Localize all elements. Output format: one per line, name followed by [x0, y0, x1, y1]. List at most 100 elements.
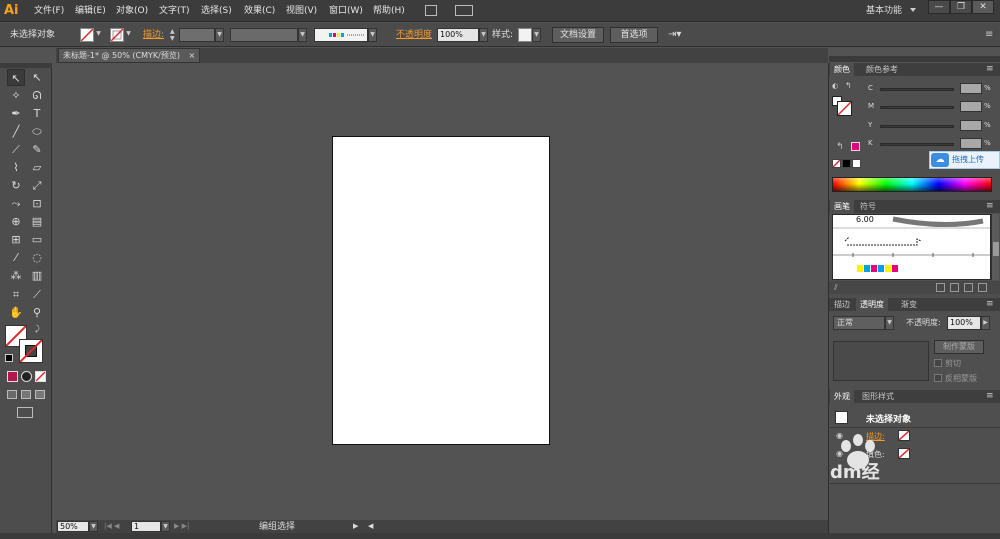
chevron-right-icon[interactable]: ▶ [981, 316, 990, 330]
document-setup-button[interactable]: 文档设置 [552, 27, 604, 43]
slice-tool-icon[interactable]: ⟋ [28, 286, 46, 303]
yellow-slider[interactable]: Y % [868, 120, 991, 132]
stroke-label-link[interactable]: 描边: [143, 23, 164, 47]
direct-selection-tool-icon[interactable]: ↖ [28, 69, 46, 86]
none-color-swatch[interactable] [832, 159, 841, 168]
chevron-down-icon[interactable]: ▼ [94, 28, 103, 42]
mesh-tool-icon[interactable]: ⊞ [7, 231, 25, 248]
fill-swatch[interactable] [80, 28, 94, 42]
blend-mode-select[interactable]: 正常 [833, 316, 885, 330]
brush-list-scrollbar[interactable] [991, 214, 999, 280]
panel-menu-icon[interactable]: ≡ [985, 29, 995, 41]
screen-mode-icon[interactable] [17, 407, 33, 418]
brush-library-icon[interactable]: ⫽ [834, 283, 846, 292]
chevron-down-icon[interactable]: ▼ [885, 316, 894, 330]
hand-tool-icon[interactable]: ✋ [7, 304, 25, 321]
arrange-documents-icon[interactable] [455, 5, 473, 16]
lasso-tool-icon[interactable]: ᘏ [28, 87, 46, 104]
duplicate-brush-icon[interactable] [964, 283, 973, 292]
document-tab[interactable]: 未标题-1* @ 50% (CMYK/预览) × [58, 48, 201, 63]
type-tool-icon[interactable]: T [28, 105, 46, 122]
chevron-down-icon[interactable]: ▼ [368, 28, 377, 42]
variable-width-profile[interactable] [230, 28, 298, 42]
restore-button[interactable]: ❐ [950, 0, 972, 14]
black-slider[interactable]: K % [868, 138, 991, 150]
menu-object[interactable]: 对象(O) [116, 0, 148, 22]
column-graph-tool-icon[interactable]: ▥ [28, 267, 46, 284]
artboard-tool-icon[interactable]: ⌗ [7, 286, 25, 303]
zoom-tool-icon[interactable]: ⚲ [28, 304, 46, 321]
stroke-weight-stepper[interactable]: ▲ ▼ [170, 28, 178, 42]
menu-file[interactable]: 文件(F) [34, 0, 64, 22]
out-of-gamut-icon[interactable]: ↰ [836, 142, 846, 152]
gradient-mode-icon[interactable] [21, 371, 32, 382]
tab-stroke[interactable]: 描边 [830, 298, 854, 311]
new-brush-icon[interactable] [936, 283, 945, 292]
chevron-down-icon[interactable]: ▼ [479, 28, 488, 42]
pen-tool-icon[interactable]: ✒ [7, 105, 25, 122]
tab-gradient[interactable]: 渐变 [897, 298, 921, 311]
bridge-icon[interactable] [425, 5, 437, 16]
chevron-down-icon[interactable]: ▼ [89, 521, 98, 532]
make-mask-button[interactable]: 制作蒙版 [934, 340, 984, 354]
swap-icon[interactable]: ⤸ [35, 325, 43, 333]
brush-definition[interactable] [314, 28, 368, 42]
tools-panel-grip[interactable] [0, 63, 52, 68]
color-spectrum[interactable] [832, 177, 992, 192]
line-tool-icon[interactable]: ╱ [7, 123, 25, 140]
cyan-slider[interactable]: C % [868, 83, 991, 95]
dock-grip[interactable] [829, 56, 1000, 62]
chevron-down-icon[interactable]: ▼ [532, 28, 541, 42]
tab-graphic-styles[interactable]: 图形样式 [858, 390, 898, 403]
brush-options-icon[interactable] [950, 283, 959, 292]
opacity-mask-thumbnail[interactable] [833, 341, 929, 381]
pencil-tool-icon[interactable]: ✎ [28, 141, 46, 158]
eraser-tool-icon[interactable]: ▱ [28, 159, 46, 176]
warp-tool-icon[interactable]: ⤳ [7, 195, 25, 212]
swap-icon[interactable]: ◐ [832, 82, 840, 90]
opacity-label-link[interactable]: 不透明度 [396, 23, 432, 47]
none-mode-icon[interactable] [35, 371, 46, 382]
artboard-nav-next-last[interactable]: ▶ ▶| [174, 521, 198, 532]
gradient-tool-icon[interactable]: ▭ [28, 231, 46, 248]
artboard-field[interactable]: 1 [131, 521, 161, 532]
menu-edit[interactable]: 编辑(E) [75, 0, 106, 22]
invert-mask-checkbox[interactable] [934, 374, 942, 382]
panel-menu-icon[interactable]: ≡ [986, 390, 996, 403]
menu-select[interactable]: 选择(S) [201, 0, 232, 22]
chevron-down-icon[interactable]: ▼ [161, 521, 170, 532]
menu-window[interactable]: 窗口(W) [329, 0, 363, 22]
graphic-style-swatch[interactable] [518, 28, 532, 42]
panel-menu-icon[interactable]: ≡ [986, 63, 996, 76]
stroke-swatch[interactable] [110, 28, 124, 42]
opacity-field[interactable]: 100% [437, 28, 479, 42]
eyedropper-tool-icon[interactable]: ⁄ [7, 249, 25, 266]
draw-inside-icon[interactable] [35, 390, 45, 399]
tab-brushes[interactable]: 画笔 [830, 200, 854, 213]
tab-transparency[interactable]: 透明度 [856, 298, 888, 311]
black-swatch[interactable] [842, 159, 851, 168]
chevron-right-icon[interactable]: ▶ [353, 521, 361, 532]
color-mode-icon[interactable] [7, 371, 18, 382]
free-transform-tool-icon[interactable]: ⊡ [28, 195, 46, 212]
zoom-field[interactable]: 50% [57, 521, 89, 532]
chevron-down-icon[interactable] [910, 8, 916, 12]
white-swatch[interactable] [852, 159, 861, 168]
workspace-switcher[interactable]: 基本功能 [866, 0, 902, 22]
artboard-nav-first-prev[interactable]: |◀ ◀ [104, 521, 128, 532]
menu-effect[interactable]: 效果(C) [244, 0, 275, 22]
close-icon[interactable]: × [189, 51, 196, 60]
tab-appearance[interactable]: 外观 [830, 390, 854, 403]
tab-symbols[interactable]: 符号 [856, 200, 880, 213]
stroke-proxy[interactable] [19, 339, 43, 363]
close-window-button[interactable]: ✕ [972, 0, 994, 14]
arrange-icon[interactable]: ⇥▾ [668, 28, 686, 42]
menu-type[interactable]: 文字(T) [159, 0, 190, 22]
minimize-button[interactable]: — [928, 0, 950, 14]
draw-behind-icon[interactable] [21, 390, 31, 399]
swap-icon[interactable]: ↰ [845, 82, 853, 90]
chevron-down-icon[interactable]: ▼ [124, 28, 133, 42]
draw-normal-icon[interactable] [7, 390, 17, 399]
shape-builder-tool-icon[interactable]: ⊕ [7, 213, 25, 230]
magic-wand-tool-icon[interactable]: ✧ [7, 87, 25, 104]
